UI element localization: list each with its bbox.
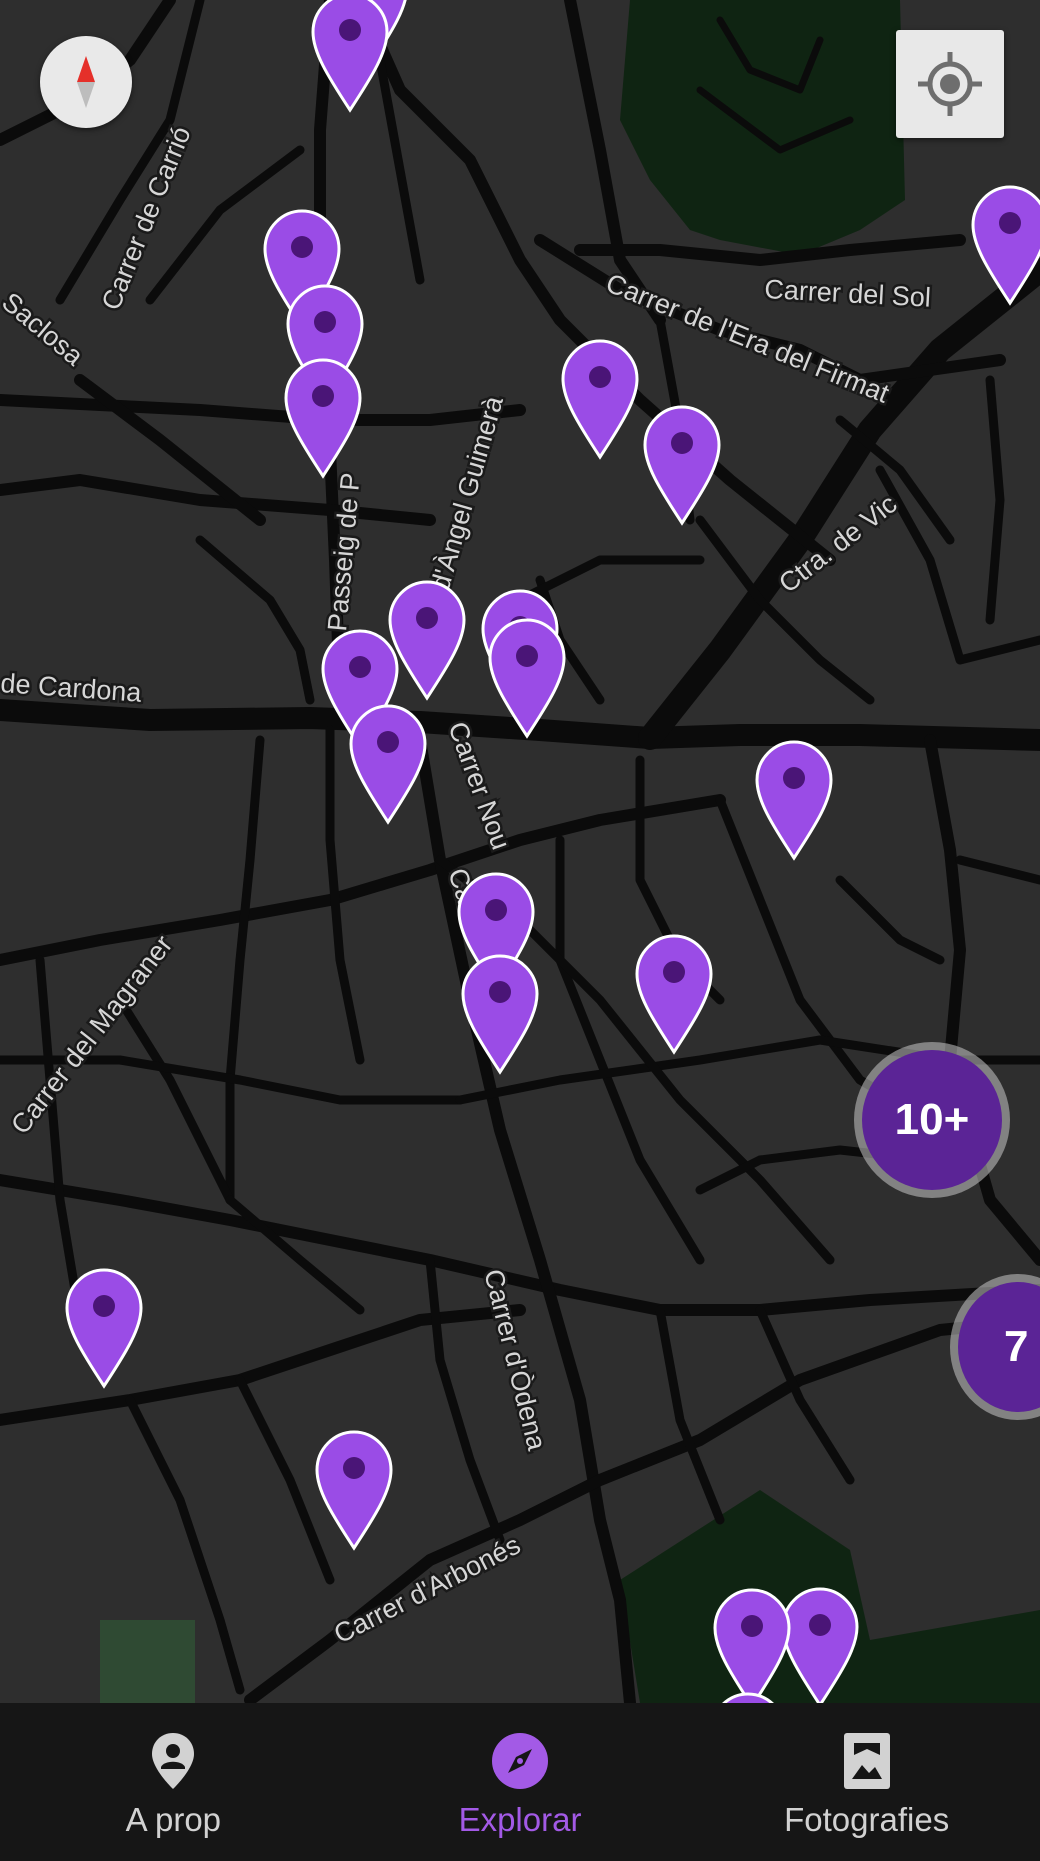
nav-label: A prop: [125, 1801, 222, 1838]
park-area-southwest: [100, 1620, 195, 1703]
map-view[interactable]: Carrer de Carrió Saclosa Carrer del Sol …: [0, 0, 1040, 1703]
cluster-count: 7: [1004, 1322, 1029, 1371]
my-location-icon: [918, 52, 982, 116]
my-location-button[interactable]: [896, 30, 1004, 138]
nav-label: Fotografies: [784, 1801, 950, 1838]
marker-cluster[interactable]: 10+: [862, 1050, 1002, 1190]
nav-item-explorar[interactable]: Explorar: [347, 1703, 694, 1861]
nav-item-a-prop[interactable]: A prop: [0, 1703, 347, 1861]
compass-icon: [77, 56, 95, 108]
photo-icon: [843, 1733, 890, 1789]
cluster-count: 10+: [894, 1095, 970, 1144]
explore-icon: [492, 1733, 548, 1789]
nav-label: Explorar: [458, 1801, 582, 1838]
map-canvas[interactable]: Carrer de Carrió Saclosa Carrer del Sol …: [0, 0, 1040, 1703]
compass-button[interactable]: [40, 36, 132, 128]
person-pin-icon: [152, 1733, 195, 1789]
bottom-navigation: A prop Explorar Fotografies: [0, 1703, 1040, 1861]
nav-item-fotografies[interactable]: Fotografies: [693, 1703, 1040, 1861]
